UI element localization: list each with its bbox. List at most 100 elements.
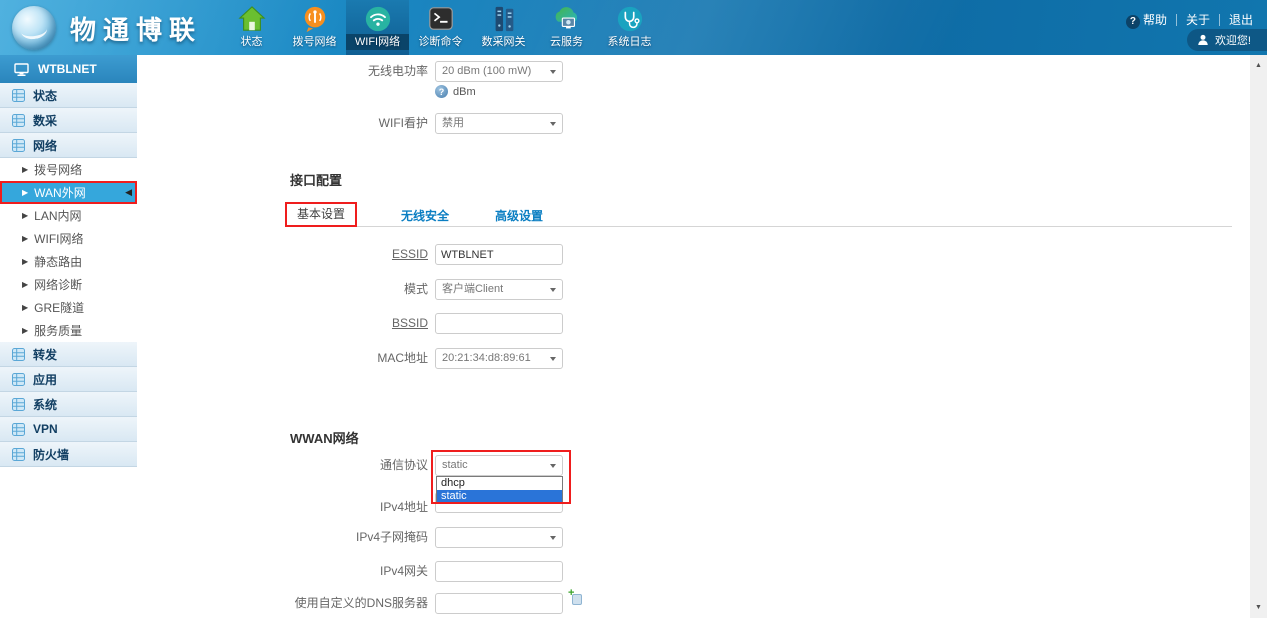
sidebar-item-label: 系统 [33, 396, 57, 413]
sidebar-item-application[interactable]: 应用 [0, 367, 137, 392]
grid-icon [12, 139, 25, 152]
brand-name: 物通博联 [70, 10, 202, 47]
sidebar-item-firewall[interactable]: 防火墙 [0, 442, 137, 467]
chevron-down-icon [550, 122, 556, 126]
netmask-select[interactable] [435, 527, 563, 548]
sidebar-item-label: 静态路由 [34, 253, 82, 270]
logout-link[interactable]: 退出 [1229, 11, 1253, 28]
sidebar-item-system[interactable]: 系统 [0, 392, 137, 417]
about-link[interactable]: 关于 [1186, 11, 1210, 28]
gateway-label: IPv4网关 [198, 561, 428, 582]
grid-icon [12, 348, 25, 361]
topnav-cloud-service[interactable]: 云服务 [535, 0, 598, 55]
vertical-scrollbar[interactable]: ▲ ▼ [1250, 55, 1267, 618]
sidebar-item-forwarding[interactable]: 转发 [0, 342, 137, 367]
sidebar-item-network[interactable]: 网络 [0, 133, 137, 158]
sidebar-item-label: 数采 [33, 112, 57, 129]
mac-label: MAC地址 [198, 348, 428, 369]
grid-icon [12, 423, 25, 436]
sidebar-item-label: 拨号网络 [34, 161, 82, 178]
grid-icon [12, 89, 25, 102]
hostname-label: WTBLNET [38, 62, 97, 76]
top-bar: 物通博联 状态 [0, 0, 1267, 55]
topnav-status[interactable]: 状态 [220, 0, 283, 55]
topnav-label: 诊断命令 [409, 34, 472, 50]
sidebar-item-wan[interactable]: ▶ WAN外网 ◀ [0, 181, 137, 204]
chevron-down-icon [550, 288, 556, 292]
sidebar-item-label: 网络 [33, 137, 57, 154]
mac-select[interactable]: 20:21:34:d8:89:61 [435, 348, 563, 369]
sidebar-item-network-diagnosis[interactable]: ▶ 网络诊断 [0, 273, 137, 296]
interface-config-title: 接口配置 [290, 170, 342, 189]
topnav-label: 数采网关 [472, 34, 535, 50]
mac-row: MAC地址 20:21:34:d8:89:61 [137, 348, 265, 369]
chevron-down-icon [550, 536, 556, 540]
sidebar-item-qos[interactable]: ▶ 服务质量 [0, 319, 137, 342]
tab-wireless-security[interactable]: 无线安全 [399, 206, 451, 227]
sidebar-item-lan[interactable]: ▶ LAN内网 [0, 204, 137, 227]
triangle-right-icon: ▶ [22, 212, 28, 220]
terminal-icon [425, 4, 457, 34]
wifi-icon [362, 4, 394, 34]
syslog-icon [614, 4, 646, 34]
essid-label: ESSID [198, 244, 428, 265]
add-entry-icon[interactable]: + [568, 591, 582, 605]
topnav-dial-network[interactable]: 拨号网络 [283, 0, 346, 55]
protocol-option-dhcp[interactable]: dhcp [437, 477, 562, 490]
bssid-label: BSSID [198, 313, 428, 334]
sidebar-item-vpn[interactable]: VPN [0, 417, 137, 442]
sidebar-item-label: 防火墙 [33, 446, 69, 463]
triangle-right-icon: ▶ [22, 304, 28, 312]
topnav-system-log[interactable]: 系统日志 [598, 0, 661, 55]
sidebar-item-label: LAN内网 [34, 207, 81, 224]
bssid-input[interactable] [435, 313, 563, 334]
wifi-guard-select[interactable]: 禁用 [435, 113, 563, 134]
dns-input[interactable] [435, 593, 563, 614]
brand-logo: 物通博联 [12, 4, 202, 52]
topnav-diagnostic-command[interactable]: 诊断命令 [409, 0, 472, 55]
protocol-label: 通信协议 [198, 455, 428, 476]
welcome-badge: 欢迎您! [1187, 29, 1267, 51]
sidebar-item-label: 状态 [33, 87, 57, 104]
cloud-icon [551, 4, 583, 34]
mode-row: 模式 客户端Client [137, 279, 265, 300]
triangle-right-icon: ▶ [22, 166, 28, 174]
grid-icon [12, 398, 25, 411]
netmask-row: IPv4子网掩码 [137, 527, 265, 548]
sidebar: WTBLNET 状态 数采 网络 ▶ 拨号网络 ▶ WAN外网 ◀ ▶ LAN内… [0, 55, 137, 467]
protocol-option-static[interactable]: static [437, 490, 562, 503]
sidebar-item-label: WIFI网络 [34, 230, 83, 247]
gateway-icon [488, 4, 520, 34]
topnav-wifi-network[interactable]: WIFI网络 [346, 0, 409, 55]
mode-select[interactable]: 客户端Client [435, 279, 563, 300]
sidebar-item-label: 应用 [33, 371, 57, 388]
sidebar-item-status[interactable]: 状态 [0, 83, 137, 108]
grid-icon [12, 373, 25, 386]
netmask-label: IPv4子网掩码 [198, 527, 428, 548]
sidebar-item-dial-network[interactable]: ▶ 拨号网络 [0, 158, 137, 181]
sidebar-item-static-route[interactable]: ▶ 静态路由 [0, 250, 137, 273]
sidebar-item-wifi-network[interactable]: ▶ WIFI网络 [0, 227, 137, 250]
sidebar-hostname: WTBLNET [0, 55, 137, 83]
divider [1219, 14, 1220, 26]
sidebar-item-gre-tunnel[interactable]: ▶ GRE隧道 [0, 296, 137, 319]
interface-tabs: 基本设置 无线安全 高级设置 [285, 201, 545, 227]
essid-input[interactable] [435, 244, 563, 265]
gateway-input[interactable] [435, 561, 563, 582]
radio-power-label: 无线电功率 [198, 61, 428, 82]
topnav-data-gateway[interactable]: 数采网关 [472, 0, 535, 55]
scroll-down-arrow-icon[interactable]: ▼ [1250, 599, 1267, 616]
scroll-up-arrow-icon[interactable]: ▲ [1250, 57, 1267, 74]
protocol-select[interactable]: static [435, 455, 563, 476]
triangle-right-icon: ▶ [22, 327, 28, 335]
help-link[interactable]: ?帮助 [1126, 11, 1167, 29]
topnav-label: WIFI网络 [346, 34, 409, 50]
user-icon [1197, 34, 1209, 46]
triangle-right-icon: ▶ [22, 258, 28, 266]
home-icon [236, 4, 268, 34]
radio-power-select[interactable]: 20 dBm (100 mW) [435, 61, 563, 82]
tab-advanced-settings[interactable]: 高级设置 [493, 206, 545, 227]
tab-basic-settings[interactable]: 基本设置 [285, 202, 357, 227]
sidebar-item-data-acquisition[interactable]: 数采 [0, 108, 137, 133]
triangle-right-icon: ▶ [22, 189, 28, 197]
